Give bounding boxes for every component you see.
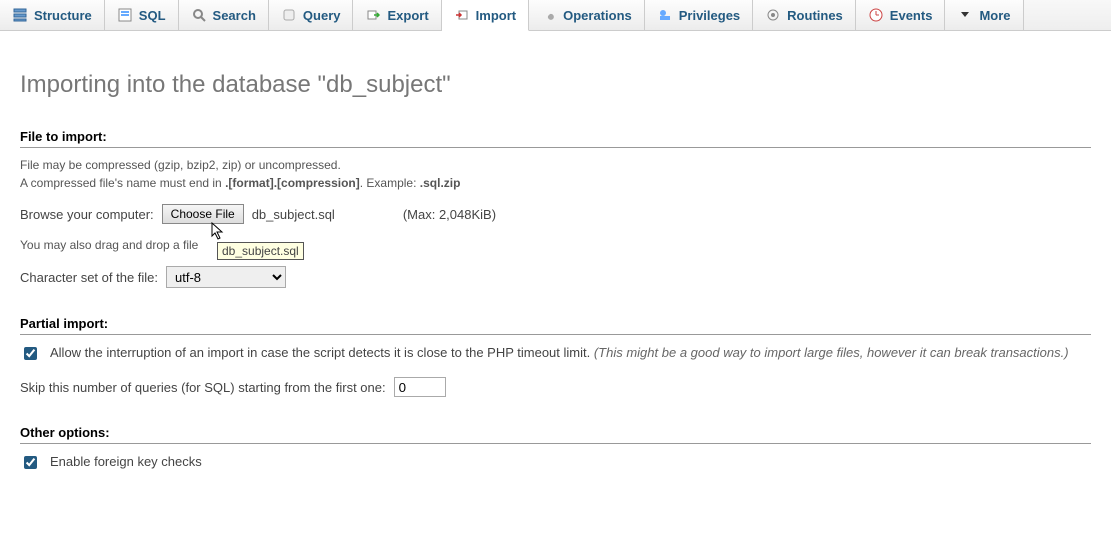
charset-select[interactable]: utf-8	[166, 266, 286, 288]
tab-label: More	[979, 8, 1010, 23]
selected-filename: db_subject.sql	[252, 207, 335, 222]
import-icon	[454, 7, 470, 23]
tab-events[interactable]: Events	[856, 0, 946, 30]
tab-sql[interactable]: SQL	[105, 0, 179, 30]
fk-row: Enable foreign key checks	[20, 454, 1091, 472]
search-icon	[191, 7, 207, 23]
tab-more[interactable]: More	[945, 0, 1023, 30]
section-other-options: Other options:	[20, 425, 1091, 444]
privileges-icon	[657, 7, 673, 23]
allow-interrupt-row: Allow the interruption of an import in c…	[20, 345, 1091, 363]
charset-label: Character set of the file:	[20, 270, 158, 285]
max-size: (Max: 2,048KiB)	[403, 207, 496, 222]
tab-label: Events	[890, 8, 933, 23]
wrench-icon	[541, 7, 557, 23]
tab-label: Import	[476, 8, 516, 23]
section-partial-import: Partial import:	[20, 316, 1091, 335]
browse-row: Browse your computer: Choose File db_sub…	[20, 204, 1091, 224]
tab-operations[interactable]: Operations	[529, 0, 645, 30]
main-content: Importing into the database "db_subject"…	[0, 31, 1111, 502]
tab-structure[interactable]: Structure	[0, 0, 105, 30]
compress-note-2: A compressed file's name must end in .[f…	[20, 176, 1091, 190]
skip-input[interactable]	[394, 377, 446, 397]
sql-icon	[117, 7, 133, 23]
browse-label: Browse your computer:	[20, 207, 154, 222]
export-icon	[365, 7, 381, 23]
tab-bar: Structure SQL Search Query Export Import…	[0, 0, 1111, 31]
tab-label: Structure	[34, 8, 92, 23]
skip-row: Skip this number of queries (for SQL) st…	[20, 377, 1091, 397]
tab-search[interactable]: Search	[179, 0, 269, 30]
skip-label: Skip this number of queries (for SQL) st…	[20, 380, 386, 395]
fk-label: Enable foreign key checks	[50, 454, 202, 469]
clock-icon	[868, 7, 884, 23]
tab-label: Privileges	[679, 8, 740, 23]
tab-privileges[interactable]: Privileges	[645, 0, 753, 30]
page-title: Importing into the database "db_subject"	[20, 71, 1091, 99]
tab-label: Search	[213, 8, 256, 23]
tab-routines[interactable]: Routines	[753, 0, 856, 30]
tab-label: Routines	[787, 8, 843, 23]
routines-icon	[765, 7, 781, 23]
section-file-import: File to import:	[20, 129, 1091, 148]
tab-label: Query	[303, 8, 341, 23]
tab-query[interactable]: Query	[269, 0, 354, 30]
tab-import[interactable]: Import	[442, 0, 529, 31]
chevron-down-icon	[957, 7, 973, 23]
tab-label: Export	[387, 8, 428, 23]
compress-note-1: File may be compressed (gzip, bzip2, zip…	[20, 158, 1091, 172]
charset-row: Character set of the file: utf-8	[20, 266, 1091, 288]
fk-checkbox[interactable]	[24, 456, 37, 469]
query-icon	[281, 7, 297, 23]
file-tooltip: db_subject.sql	[217, 242, 304, 260]
tab-label: Operations	[563, 8, 632, 23]
choose-file-button[interactable]: Choose File	[162, 204, 244, 224]
allow-interrupt-checkbox[interactable]	[24, 347, 37, 360]
structure-icon	[12, 7, 28, 23]
allow-interrupt-label: Allow the interruption of an import in c…	[50, 345, 1069, 360]
tab-label: SQL	[139, 8, 166, 23]
dragdrop-note: You may also drag and drop a file	[20, 238, 1091, 252]
tab-export[interactable]: Export	[353, 0, 441, 30]
